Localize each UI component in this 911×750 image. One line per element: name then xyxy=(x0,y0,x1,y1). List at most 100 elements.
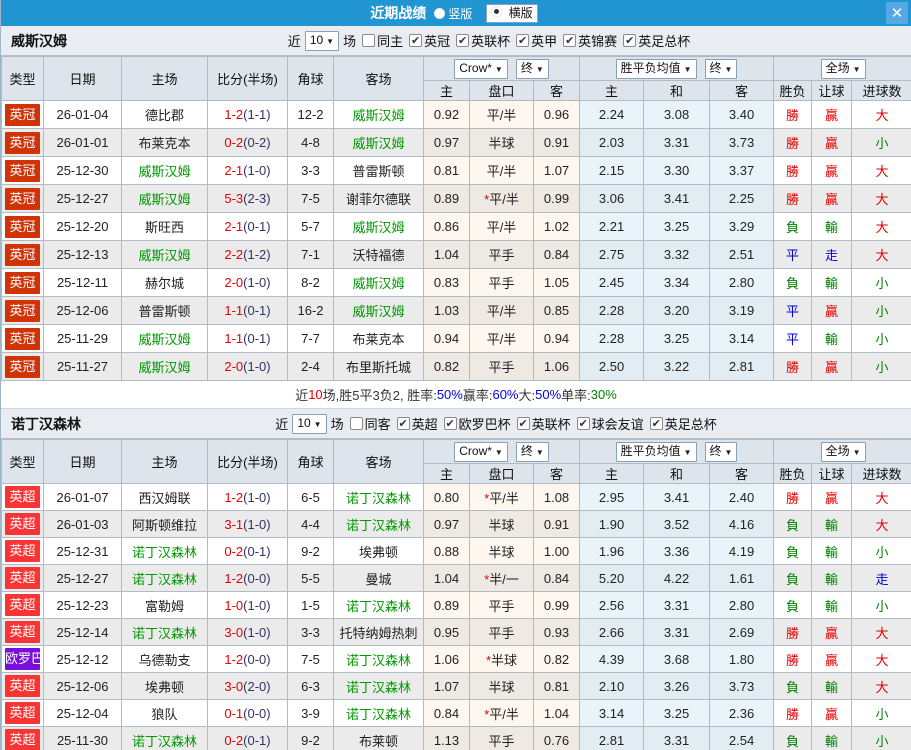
league-badge: 英超 xyxy=(5,702,40,724)
cell-handicap: 平手 xyxy=(469,268,534,297)
cell-home-team: 诺丁汉森林 xyxy=(121,726,208,750)
cell-handicap-result: 贏 xyxy=(811,296,853,325)
cell-avg-away: 3.19 xyxy=(709,296,775,325)
cell-odds-away: 1.08 xyxy=(532,483,581,511)
cell-league: 英超 xyxy=(1,699,44,727)
cell-goals-result: 小 xyxy=(851,324,911,353)
cell-corners: 3-9 xyxy=(287,699,334,727)
sub-column-header: 盘口 xyxy=(469,463,534,484)
cell-avg-draw: 3.52 xyxy=(643,510,711,538)
bookmaker-select[interactable]: Crow* ▼ xyxy=(454,58,508,79)
fulltime-score: 1-2 xyxy=(224,489,244,505)
cell-avg-draw: 3.25 xyxy=(643,324,711,353)
halftime-score: (0-0) xyxy=(243,651,271,667)
league-checkbox-label: 英足总杯 xyxy=(638,34,691,49)
cell-away-team: 诺丁汉森林 xyxy=(333,699,424,727)
cell-handicap: 平手 xyxy=(469,618,534,646)
avg-stage-select[interactable]: 终 ▼ xyxy=(704,441,738,462)
period-select[interactable]: 全场 ▼ xyxy=(820,58,866,79)
league-checkbox[interactable] xyxy=(516,417,530,430)
cell-score: 0-2(0-1) xyxy=(207,537,288,565)
fulltime-score: 2-0 xyxy=(224,275,244,290)
league-checkbox[interactable] xyxy=(409,34,423,47)
cell-handicap: 半球 xyxy=(469,537,534,565)
league-badge: 英冠 xyxy=(5,103,40,126)
league-checkbox[interactable] xyxy=(576,417,590,430)
league-checkbox[interactable] xyxy=(563,34,577,47)
cell-odds-away: 0.99 xyxy=(532,184,581,213)
odds-stage-select[interactable]: 终 ▼ xyxy=(515,441,549,462)
cell-avg-home: 2.28 xyxy=(579,296,645,325)
chevron-down-icon: ▼ xyxy=(852,447,861,457)
column-header: 主场 xyxy=(121,439,208,484)
cell-goals-result: 大 xyxy=(851,240,911,269)
league-checkbox[interactable] xyxy=(623,34,637,47)
odds-stage-select[interactable]: 终 ▼ xyxy=(515,58,549,79)
cell-result: 負 xyxy=(773,591,813,619)
avg-stage-select[interactable]: 终 ▼ xyxy=(704,58,738,79)
column-header: 角球 xyxy=(287,56,334,101)
cell-league: 英冠 xyxy=(1,352,44,381)
league-badge: 英超 xyxy=(5,621,40,643)
close-icon[interactable]: ✕ xyxy=(886,2,908,24)
cell-avg-draw: 3.22 xyxy=(643,352,711,381)
fulltime-score: 0-2 xyxy=(224,732,244,748)
avg-type-select[interactable]: 胜平负均值 ▼ xyxy=(615,58,697,79)
league-checkbox[interactable] xyxy=(396,417,410,430)
filter-controls: 近10▼场 同客 英超 欧罗巴杯 英联杯 球会友谊 英足总杯 xyxy=(81,413,911,434)
radio-icon xyxy=(434,7,446,19)
table-row: 英冠 25-12-11 赫尔城 2-0(1-0) 8-2 威斯汉姆 0.83 平手 1.05 2.… xyxy=(1,268,911,297)
table-row: 英超 25-12-31 诺丁汉森林 0-2(0-1) 9-2 埃弗顿 0.88 半球 1.00 1… xyxy=(1,537,911,565)
handicap-value: 平/半 xyxy=(489,490,519,506)
same-venue-checkbox[interactable] xyxy=(362,34,376,47)
radio-vertical-layout[interactable]: 竖版 xyxy=(434,5,472,22)
filter-controls: 近10▼场 同主 英冠 英联杯 英甲 英锦赛 英足总杯 xyxy=(67,30,911,51)
table-row: 英超 25-12-14 诺丁汉森林 3-0(1-0) 3-3 托特纳姆热刺 0.95 平手 0.… xyxy=(1,618,911,646)
cell-odds-home: 0.80 xyxy=(423,483,470,511)
cell-avg-away: 3.29 xyxy=(709,212,775,241)
cell-avg-draw: 3.68 xyxy=(643,645,711,673)
cell-handicap-result: 贏 xyxy=(811,618,853,646)
cell-odds-away: 0.82 xyxy=(532,645,581,673)
team-section: 诺丁汉森林近10▼场同客英超欧罗巴杯英联杯球会友谊英足总杯类型日期主场比分(半场… xyxy=(1,409,911,750)
match-count-select[interactable]: 10 ▼ xyxy=(292,413,327,434)
cell-handicap: *平/半 xyxy=(469,184,534,213)
cell-result: 勝 xyxy=(773,618,813,646)
radio-horizontal-layout[interactable]: 横版 xyxy=(486,3,538,23)
cell-date: 26-01-01 xyxy=(43,128,122,157)
cell-goals-result: 大 xyxy=(851,212,911,241)
cell-date: 25-12-30 xyxy=(43,156,122,185)
cell-home-team: 富勒姆 xyxy=(121,591,208,619)
league-badge: 英超 xyxy=(5,540,40,562)
cell-score: 1-2(0-0) xyxy=(207,564,288,592)
cell-score: 2-0(1-0) xyxy=(207,268,288,297)
match-count-select[interactable]: 10 ▼ xyxy=(304,30,340,51)
league-checkbox[interactable] xyxy=(516,34,530,47)
cell-league: 英冠 xyxy=(1,100,44,129)
cell-corners: 16-2 xyxy=(287,296,334,325)
cell-score: 1-2(1-0) xyxy=(207,483,288,511)
cell-score: 1-1(0-1) xyxy=(207,296,288,325)
cell-avg-away: 1.61 xyxy=(709,564,775,592)
sub-column-header: 进球数 xyxy=(851,463,911,484)
league-checkbox[interactable] xyxy=(649,417,663,430)
fulltime-score: 2-0 xyxy=(224,359,244,374)
league-badge: 英冠 xyxy=(5,355,40,378)
bookmaker-select[interactable]: Crow* ▼ xyxy=(454,441,508,462)
period-select[interactable]: 全场 ▼ xyxy=(820,441,866,462)
same-venue-checkbox[interactable] xyxy=(349,417,363,430)
table-row: 欧罗巴杯25-12-12乌德勒支1-2(0-0)7-5诺丁汉森林1.06*半球0… xyxy=(1,645,911,673)
cell-odds-home: 1.07 xyxy=(423,672,470,700)
chevron-down-icon: ▼ xyxy=(683,447,692,457)
league-checkbox[interactable] xyxy=(456,34,470,47)
league-badge: 英冠 xyxy=(5,131,40,154)
avg-type-select[interactable]: 胜平负均值 ▼ xyxy=(615,441,697,462)
fulltime-score: 0-1 xyxy=(224,705,244,721)
sub-column-header: 主 xyxy=(423,80,470,101)
table-row: 英冠 25-12-30 威斯汉姆 2-1(1-0) 3-3 普雷斯顿 0.81 平/半 1.07… xyxy=(1,156,911,185)
halftime-score: (1-2) xyxy=(243,247,271,262)
cell-avg-away: 3.14 xyxy=(709,324,775,353)
league-checkbox[interactable] xyxy=(443,417,457,430)
cell-odds-home: 0.97 xyxy=(423,510,470,538)
cell-corners: 5-5 xyxy=(287,564,334,592)
